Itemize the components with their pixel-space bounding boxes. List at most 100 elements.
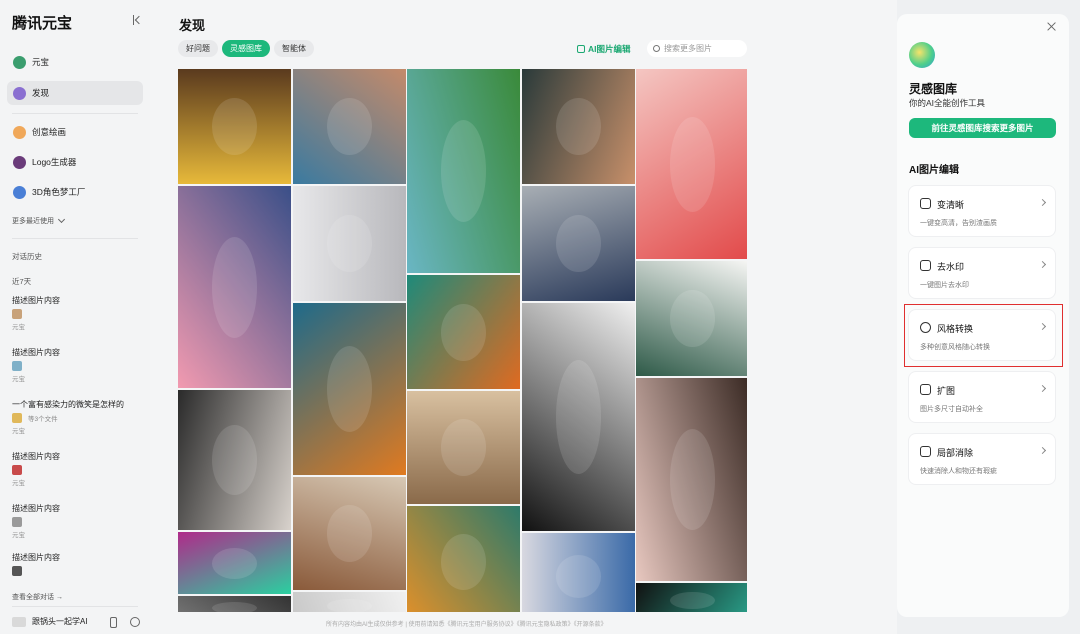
phone-icon[interactable]	[110, 617, 117, 628]
tab-good-questions[interactable]: 好问题	[178, 40, 218, 57]
history-item[interactable]: 描述图片内容 元宝	[12, 295, 142, 331]
card-sharpen[interactable]: 变清晰 一键变高清，告别渣画质	[909, 186, 1055, 236]
gallery-image[interactable]	[636, 583, 747, 612]
gallery-image[interactable]	[407, 506, 520, 612]
ai-image-edit-button[interactable]: AI图片编辑	[577, 43, 631, 55]
image-subject	[555, 360, 602, 474]
gallery-image[interactable]	[293, 186, 406, 301]
image-subject	[211, 547, 258, 579]
chevron-right-icon	[1038, 198, 1047, 207]
history-item[interactable]: 描述图片内容 元宝	[12, 347, 142, 383]
image-subject	[669, 591, 716, 610]
chevron-down-icon	[57, 215, 66, 224]
image-subject	[326, 599, 373, 612]
eraser-icon	[920, 260, 931, 271]
nav-item-painting[interactable]: 创意绘画	[7, 120, 143, 144]
gallery-image[interactable]	[293, 303, 406, 475]
gallery-image[interactable]	[178, 532, 291, 594]
search-input[interactable]	[664, 44, 744, 53]
tab-inspiration-gallery[interactable]: 灵感图库	[222, 40, 270, 57]
gallery-logo-icon	[909, 42, 935, 68]
gallery-image[interactable]	[407, 275, 520, 389]
image-subject	[440, 303, 487, 361]
history-item[interactable]: 一个富有感染力的微笑是怎样的 等3个文件 元宝	[12, 399, 142, 435]
card-expand-image[interactable]: 扩图 图片多尺寸自动补全	[909, 372, 1055, 422]
image-subject	[669, 289, 716, 348]
gallery-image[interactable]	[178, 186, 291, 388]
card-partial-erase[interactable]: 局部消除 快速消除人和物还有瑕疵	[909, 434, 1055, 484]
history-title: 描述图片内容	[12, 348, 60, 357]
nav-item-3d-character[interactable]: 3D角色梦工厂	[7, 180, 143, 204]
more-recent-button[interactable]: 更多最近使用	[12, 215, 66, 226]
thumbnail	[12, 309, 22, 319]
section-title: AI图片编辑	[909, 165, 959, 176]
tab-agents[interactable]: 智能体	[274, 40, 314, 57]
card-title: 变清晰	[937, 200, 965, 210]
history-source: 元宝	[12, 532, 25, 539]
card-title: 扩图	[937, 386, 956, 396]
history-item[interactable]: 描述图片内容 元宝	[12, 451, 142, 487]
yuanbao-icon	[13, 55, 26, 69]
go-to-gallery-button[interactable]: 前往灵感图库搜索更多图片	[909, 118, 1056, 138]
gallery-image[interactable]	[293, 592, 406, 612]
gallery-image[interactable]	[522, 186, 635, 301]
history-title: 描述图片内容	[12, 504, 60, 513]
gallery-image[interactable]	[178, 390, 291, 530]
thumbnail	[12, 465, 22, 475]
avatar	[12, 616, 26, 627]
history-source: 元宝	[12, 324, 25, 331]
gallery-image[interactable]	[636, 69, 747, 259]
gallery-image[interactable]	[522, 303, 635, 531]
gallery-image[interactable]	[178, 69, 291, 184]
painting-icon	[13, 125, 26, 139]
gallery-image[interactable]	[293, 69, 406, 184]
3d-character-icon	[13, 185, 26, 199]
history-item[interactable]: 描述图片内容 元宝	[12, 503, 142, 539]
history-heading: 对话历史	[12, 252, 42, 261]
gallery-image[interactable]	[636, 378, 747, 581]
files-count: 等3个文件	[28, 416, 58, 423]
card-desc: 快速消除人和物还有瑕疵	[920, 468, 997, 475]
image-subject	[669, 116, 716, 212]
close-icon[interactable]	[1047, 22, 1056, 31]
gallery-image[interactable]	[293, 477, 406, 590]
image-subject	[440, 120, 487, 222]
nav-label: 创意绘画	[32, 127, 67, 137]
gallery-image[interactable]	[178, 596, 291, 612]
image-subject	[326, 214, 373, 273]
image-subject	[555, 97, 602, 156]
logo-generator-icon	[13, 155, 26, 169]
view-all-history-link[interactable]: 查看全部对话 →	[12, 592, 63, 602]
gallery-image[interactable]	[636, 261, 747, 376]
more-recent-label: 更多最近使用	[12, 218, 54, 225]
nav-item-logo-generator[interactable]: Logo生成器	[7, 150, 143, 174]
nav-item-discover[interactable]: 发现	[7, 81, 143, 105]
partial-erase-icon	[920, 446, 931, 457]
history-source: 元宝	[12, 376, 25, 383]
image-subject	[211, 97, 258, 156]
thumbnail	[12, 413, 22, 423]
card-desc: 一键图片去水印	[920, 282, 969, 289]
card-title: 局部消除	[937, 448, 974, 458]
user-profile[interactable]: 跟锅头一起学AI	[12, 616, 88, 627]
image-subject	[669, 428, 716, 531]
panel-title: 灵感图库	[909, 82, 958, 96]
nav-item-yuanbao[interactable]: 元宝	[7, 50, 143, 74]
highlight-box	[904, 304, 1063, 367]
gallery-image[interactable]	[522, 533, 635, 612]
hd-icon	[920, 198, 931, 209]
collapse-sidebar-icon[interactable]	[133, 15, 143, 25]
search-icon	[653, 45, 660, 52]
image-subject	[440, 534, 487, 590]
gallery-image[interactable]	[407, 69, 520, 273]
card-remove-watermark[interactable]: 去水印 一键图片去水印	[909, 248, 1055, 298]
gear-icon[interactable]	[130, 617, 140, 627]
history-title: 一个富有感染力的微笑是怎样的	[12, 400, 124, 409]
history-item[interactable]: 描述图片内容	[12, 552, 142, 576]
search-box[interactable]	[647, 40, 747, 57]
gallery-image[interactable]	[407, 391, 520, 504]
gallery-image[interactable]	[522, 69, 635, 184]
chevron-right-icon	[1038, 446, 1047, 455]
divider	[12, 113, 138, 114]
history-source: 元宝	[12, 428, 25, 435]
